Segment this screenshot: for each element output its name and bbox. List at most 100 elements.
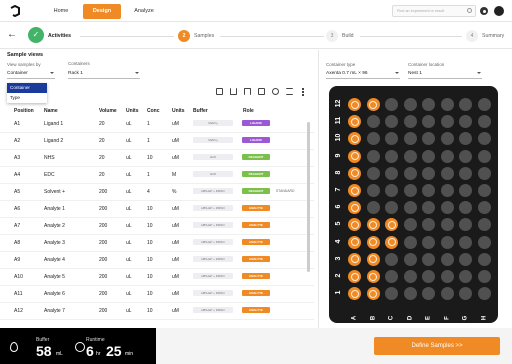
- plate-well[interactable]: [440, 270, 454, 283]
- plate-well[interactable]: [403, 287, 417, 301]
- plate-well[interactable]: [459, 270, 472, 283]
- plate-well[interactable]: [477, 184, 491, 197]
- plate-well[interactable]: [477, 132, 491, 146]
- plate-well[interactable]: [366, 218, 380, 232]
- plate-well[interactable]: [348, 218, 361, 232]
- plate-well[interactable]: [459, 132, 472, 146]
- plate-well[interactable]: [440, 149, 454, 163]
- plate-well[interactable]: [422, 287, 435, 301]
- dropdown-option-container[interactable]: Container: [7, 83, 47, 93]
- table-row[interactable]: A7 Analyte 2 200 uL 10 uM HBS-EP + DMSO ANALYTE: [0, 218, 314, 235]
- plate-well[interactable]: [440, 235, 454, 249]
- col-name[interactable]: Name: [44, 108, 58, 114]
- buffer-chip[interactable]: NaNO₃: [193, 120, 233, 126]
- buffer-chip[interactable]: H2O: [193, 171, 233, 177]
- plate-well[interactable]: [348, 98, 361, 111]
- dropdown-option-type[interactable]: Type: [7, 93, 47, 103]
- filter-icon[interactable]: [286, 88, 293, 95]
- plate-well[interactable]: [422, 132, 435, 146]
- plate-well[interactable]: [366, 201, 380, 215]
- table-row[interactable]: A11 Analyte 6 200 uL 10 uM HBS-EP + DMSO ANALYT…: [0, 286, 314, 303]
- plate-well[interactable]: [440, 218, 454, 232]
- plate-well[interactable]: [366, 252, 380, 266]
- plate-well[interactable]: [422, 184, 435, 197]
- plate-well[interactable]: [348, 184, 361, 197]
- plate-well[interactable]: [403, 218, 417, 232]
- plate-well[interactable]: [385, 270, 398, 283]
- table-row[interactable]: A8 Analyte 3 200 uL 10 uM HBS-EP + DMSO ANALYTE: [0, 235, 314, 252]
- plate-well[interactable]: [403, 270, 417, 283]
- plate-well[interactable]: [366, 98, 380, 111]
- buffer-chip[interactable]: HBS-EP + DMSO: [193, 290, 233, 296]
- plate-well[interactable]: [440, 287, 454, 301]
- col-conc[interactable]: Conc: [147, 108, 160, 114]
- search-icon[interactable]: [272, 88, 279, 95]
- plate-well[interactable]: [385, 252, 398, 266]
- plate-well[interactable]: [459, 252, 472, 266]
- step-1-label[interactable]: Activities: [48, 33, 71, 39]
- plate-well[interactable]: [385, 287, 398, 301]
- role-badge[interactable]: LIGAND: [242, 120, 270, 126]
- buffer-chip[interactable]: H2O: [193, 154, 233, 160]
- plate-well[interactable]: [366, 149, 380, 163]
- plate-well[interactable]: [422, 166, 435, 180]
- buffer-chip[interactable]: HBS-EP + DMSO: [193, 188, 233, 194]
- plate-well[interactable]: [477, 149, 491, 163]
- buffer-chip[interactable]: HBS-EP + DMSO: [193, 307, 233, 313]
- col-position[interactable]: Position: [14, 108, 34, 114]
- step-4-label[interactable]: Summary: [482, 33, 504, 39]
- container-type-select[interactable]: Axenta 0.7 mL × 96: [326, 68, 400, 79]
- copy-icon[interactable]: [216, 88, 223, 95]
- plate-well[interactable]: [366, 132, 380, 146]
- role-badge[interactable]: REAGENT: [242, 154, 270, 160]
- nav-design[interactable]: Design: [83, 4, 121, 19]
- plate-well[interactable]: [440, 201, 454, 215]
- table-row[interactable]: A1 Ligand 1 20 uL 1 uM NaNO₃ LIGAND: [0, 116, 314, 133]
- plate-well[interactable]: [366, 287, 380, 301]
- role-badge[interactable]: ANALYTE: [242, 290, 270, 296]
- plate-well[interactable]: [422, 252, 435, 266]
- table-row[interactable]: A9 Analyte 4 200 uL 10 uM HBS-EP + DMSO ANALYTE: [0, 252, 314, 269]
- plate-well[interactable]: [385, 98, 398, 111]
- plate-well[interactable]: [385, 166, 398, 180]
- plate-well[interactable]: [348, 201, 361, 215]
- avatar[interactable]: [494, 6, 504, 16]
- plate-well[interactable]: [440, 252, 454, 266]
- plate-well[interactable]: [403, 252, 417, 266]
- plate-well[interactable]: [459, 287, 472, 301]
- plate-well[interactable]: [459, 115, 472, 129]
- table-row[interactable]: A4 EDC 20 uL 1 M H2O REAGENT: [0, 167, 314, 184]
- plate-well[interactable]: [422, 235, 435, 249]
- plate-well[interactable]: [385, 184, 398, 197]
- plate-well[interactable]: [477, 115, 491, 129]
- plate-well[interactable]: [459, 235, 472, 249]
- plate-well[interactable]: [440, 166, 454, 180]
- plate-well[interactable]: [403, 166, 417, 180]
- plate-well[interactable]: [440, 115, 454, 129]
- plate-well[interactable]: [348, 235, 361, 249]
- plate-well[interactable]: [385, 201, 398, 215]
- plate-well[interactable]: [459, 166, 472, 180]
- back-arrow-icon[interactable]: ←: [7, 30, 17, 40]
- plate-well[interactable]: [477, 166, 491, 180]
- plate-well[interactable]: [477, 287, 491, 301]
- plate-well[interactable]: [366, 270, 380, 283]
- plate-well[interactable]: [348, 166, 361, 180]
- plate-well[interactable]: [477, 201, 491, 215]
- role-badge[interactable]: ANALYTE: [242, 273, 270, 279]
- app-logo-icon[interactable]: [9, 5, 21, 17]
- plate-well[interactable]: [459, 98, 472, 111]
- plate-well[interactable]: [385, 235, 398, 249]
- buffer-chip[interactable]: HBS-EP + DMSO: [193, 205, 233, 211]
- plate-well[interactable]: [348, 149, 361, 163]
- view-by-select[interactable]: Container: [7, 68, 55, 79]
- role-badge[interactable]: ANALYTE: [242, 256, 270, 262]
- nav-analyze[interactable]: Analyze: [131, 4, 157, 19]
- role-badge[interactable]: REAGENT: [242, 188, 270, 194]
- plate-well[interactable]: [459, 201, 472, 215]
- plate-well[interactable]: [422, 149, 435, 163]
- table-scrollbar[interactable]: [307, 122, 310, 272]
- plate-well[interactable]: [477, 252, 491, 266]
- role-badge[interactable]: ANALYTE: [242, 307, 270, 313]
- role-badge[interactable]: ANALYTE: [242, 239, 270, 245]
